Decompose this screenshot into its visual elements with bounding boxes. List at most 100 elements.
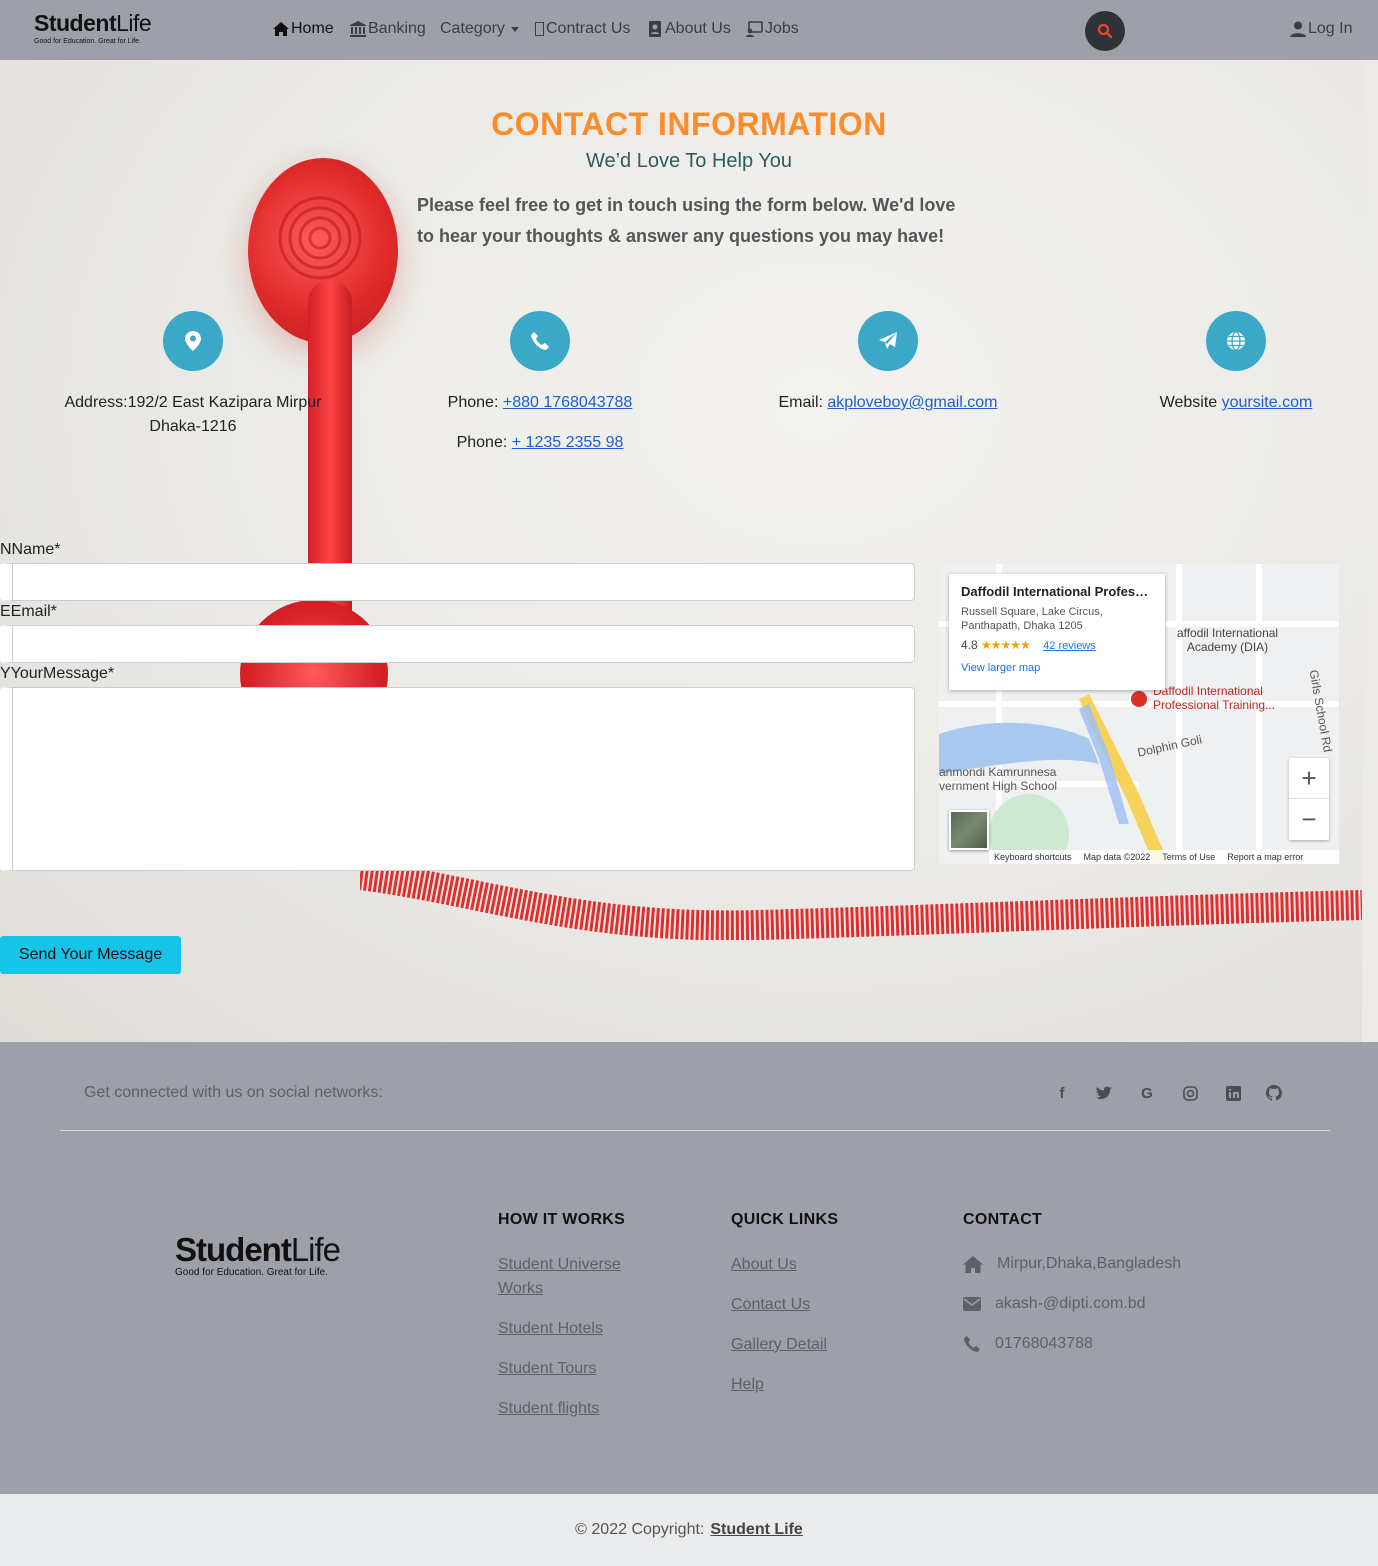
map-label-academy: affodil International Academy (DIA) (1176, 626, 1279, 654)
address-block: Address:192/2 East Kazipara Mirpur Dhaka… (48, 311, 338, 439)
footer-address-text: Mirpur,Dhaka,Bangladesh (997, 1255, 1182, 1272)
logo-bold: Student (34, 10, 117, 36)
footer-logo-bold: Student (175, 1231, 292, 1268)
nav-jobs[interactable]: Jobs (745, 20, 799, 38)
send-message-button[interactable]: Send Your Message (0, 936, 181, 974)
copyright-text: © 2022 Copyright: (575, 1521, 705, 1538)
page-title: CONTACT INFORMATION (491, 106, 887, 142)
map-rating: 4.8 ★★★★★ 42 reviews (961, 638, 1153, 652)
phone-cord-decoration (360, 870, 1362, 940)
github-icon[interactable] (1263, 1083, 1285, 1103)
nav-contract-label: Contract Us (546, 20, 631, 37)
map-data: Map data ©2022 (1083, 852, 1151, 862)
navbar: StudentLife Good for Education. Great fo… (0, 0, 1378, 60)
map-terms[interactable]: Terms of Use (1162, 852, 1215, 862)
footer-logo-tagline: Good for Education. Great for Life. (175, 1267, 328, 1278)
footer-email-text: akash-@dipti.com.bd (995, 1295, 1146, 1312)
phone-label: Phone: (447, 394, 499, 411)
twitter-icon[interactable] (1093, 1083, 1115, 1103)
brand-logo[interactable]: StudentLife Good for Education. Great fo… (34, 10, 152, 46)
login-link[interactable]: Log In (1290, 20, 1352, 38)
intro-text: Please feel free to get in touch using t… (417, 195, 956, 246)
footer-link-contact[interactable]: Contact Us (731, 1293, 810, 1317)
map-place-card: Daffodil International Professi... Russe… (949, 574, 1165, 690)
footer-phone-text: 01768043788 (995, 1335, 1093, 1352)
nav-contract-us[interactable]: Contract Us (535, 20, 630, 38)
social-text: Get connected with us on social networks… (84, 1084, 383, 1101)
page-subtitle: We’d Love To Help You (585, 150, 793, 172)
nav-banking[interactable]: Banking (350, 20, 426, 38)
map-label-training: Daffodil International Professional Trai… (1153, 684, 1276, 712)
footer-link-about[interactable]: About Us (731, 1253, 797, 1277)
contact-card-icon (649, 21, 661, 37)
zoom-in-button[interactable]: + (1289, 758, 1329, 799)
footer-logo: StudentLife Good for Education. Great fo… (175, 1231, 341, 1278)
phone-link-primary[interactable]: +880 1768043788 (503, 394, 632, 411)
jobs-icon (746, 21, 763, 37)
map-place-name: Daffodil International Professi... (961, 584, 1153, 599)
home-icon (273, 22, 289, 36)
nav-about-label: About Us (665, 20, 731, 37)
location-icon-circle (163, 311, 223, 371)
footer-phone: 01768043788 (963, 1335, 1093, 1353)
missing-glyph-icon (535, 22, 544, 36)
user-icon (1290, 21, 1306, 37)
linkedin-icon[interactable] (1222, 1083, 1244, 1103)
google-icon[interactable]: G (1136, 1083, 1158, 1103)
facebook-icon[interactable]: f (1051, 1083, 1073, 1103)
caret-down-icon (510, 26, 519, 32)
message-textarea[interactable] (0, 687, 915, 871)
name-input[interactable] (0, 563, 915, 601)
footer-address: Mirpur,Dhaka,Bangladesh (963, 1255, 1181, 1273)
paper-plane-icon (879, 332, 897, 349)
how-it-works-heading: HOW IT WORKS (498, 1211, 626, 1228)
map-report-error[interactable]: Report a map error (1227, 852, 1303, 862)
satellite-toggle[interactable] (949, 810, 989, 850)
map-zoom-controls: + − (1289, 758, 1329, 840)
star-rating-icon: ★★★★★ (981, 638, 1031, 652)
quick-links-heading: QUICK LINKS (731, 1211, 839, 1228)
footer-link-help[interactable]: Help (731, 1373, 764, 1397)
logo-tagline: Good for Education. Great for Life. (34, 38, 142, 45)
nav-home-label: Home (291, 20, 334, 37)
search-icon (1097, 23, 1113, 39)
nav-jobs-label: Jobs (765, 20, 799, 37)
nav-about-us[interactable]: About Us (647, 20, 731, 38)
footer-link-gallery[interactable]: Gallery Detail (731, 1333, 827, 1357)
phone-label-secondary: Phone: (456, 434, 508, 451)
address-text: Address:192/2 East Kazipara Mirpur Dhaka… (64, 394, 322, 435)
map-keyboard-shortcuts[interactable]: Keyboard shortcuts (994, 852, 1072, 862)
message-label: YYourMessage* (0, 665, 115, 682)
footer-link-tours[interactable]: Student Tours (498, 1357, 596, 1381)
nav-category-dropdown[interactable]: Category (440, 20, 519, 38)
map-place-address: Russell Square, Lake Circus, Panthapath,… (961, 606, 1103, 632)
email-link[interactable]: akploveboy@gmail.com (827, 394, 997, 411)
phone-icon (531, 332, 549, 350)
login-label: Log In (1308, 20, 1353, 37)
map-reviews-link[interactable]: 42 reviews (1043, 640, 1096, 652)
copyright-link[interactable]: Student Life (710, 1521, 802, 1539)
website-link[interactable]: yoursite.com (1222, 394, 1313, 411)
instagram-icon[interactable] (1179, 1083, 1201, 1103)
email-label: Email: (778, 394, 823, 411)
embedded-map[interactable]: Daffodil International Professional Trai… (939, 564, 1339, 864)
name-label: NName* (0, 541, 61, 558)
phone-link-secondary[interactable]: + 1235 2355 98 (512, 434, 624, 451)
search-button[interactable] (1085, 11, 1125, 51)
phone-icon-circle (510, 311, 570, 371)
nav-category-label: Category (440, 20, 505, 37)
website-block: Website yoursite.com (1136, 311, 1336, 415)
footer-link-flights[interactable]: Student flights (498, 1397, 599, 1421)
view-larger-map-link[interactable]: View larger map (961, 662, 1153, 674)
footer-link-hotels[interactable]: Student Hotels (498, 1317, 603, 1341)
envelope-icon (963, 1297, 981, 1311)
logo-light: Life (116, 10, 152, 36)
home-icon (963, 1255, 983, 1273)
map-rating-value: 4.8 (961, 638, 978, 652)
email-input[interactable] (0, 625, 915, 663)
footer-link-universe[interactable]: Student Universe Works (498, 1253, 648, 1301)
zoom-out-button[interactable]: − (1289, 799, 1329, 840)
phone-icon (963, 1335, 981, 1353)
location-pin-icon (185, 331, 201, 351)
nav-home[interactable]: Home (273, 20, 334, 38)
